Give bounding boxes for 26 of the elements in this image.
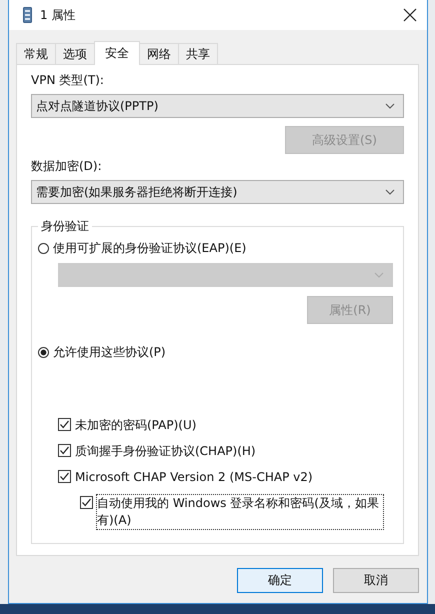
checkbox[interactable] [80, 496, 93, 509]
checkbox[interactable] [58, 444, 71, 457]
dropdown[interactable]: 点对点隧道协议(PPTP) [31, 94, 404, 118]
radio-option[interactable]: 使用可扩展的身份验证协议(EAP)(E) [38, 239, 393, 257]
checkbox-label[interactable]: 质询握手身份验证协议(CHAP)(H) [74, 442, 257, 461]
tab[interactable]: 安全 [94, 41, 140, 65]
chevron-down-icon [374, 272, 384, 278]
checkbox-label[interactable]: 未加密的密码(PAP)(U) [74, 416, 198, 435]
field-label: 数据加密(D): [31, 158, 103, 174]
dialog-button[interactable]: 取消 [333, 568, 419, 593]
checkbox[interactable] [58, 418, 71, 431]
group-title: 身份验证 [38, 218, 92, 235]
chevron-down-icon [385, 103, 395, 109]
radio-option[interactable]: 允许使用这些协议(P) [38, 343, 393, 361]
checkbox-label[interactable]: 自动使用我的 Windows 登录名称和密码(及域，如果有)(A) [96, 494, 384, 530]
tab[interactable]: 共享 [178, 43, 218, 64]
checkbox[interactable] [58, 470, 71, 483]
document-icon [23, 7, 32, 23]
close-icon[interactable] [403, 8, 417, 22]
checkbox-label[interactable]: Microsoft CHAP Version 2 (MS-CHAP v2) [74, 468, 314, 487]
window-title: 1 属性 [40, 6, 76, 24]
dialog-button[interactable]: 确定 [237, 568, 323, 593]
field-label: VPN 类型(T): [31, 72, 105, 88]
dropdown[interactable]: 需要加密(如果服务器拒绝将断开连接) [31, 180, 404, 204]
tab[interactable]: 常规 [16, 43, 56, 64]
chevron-down-icon [385, 189, 395, 195]
